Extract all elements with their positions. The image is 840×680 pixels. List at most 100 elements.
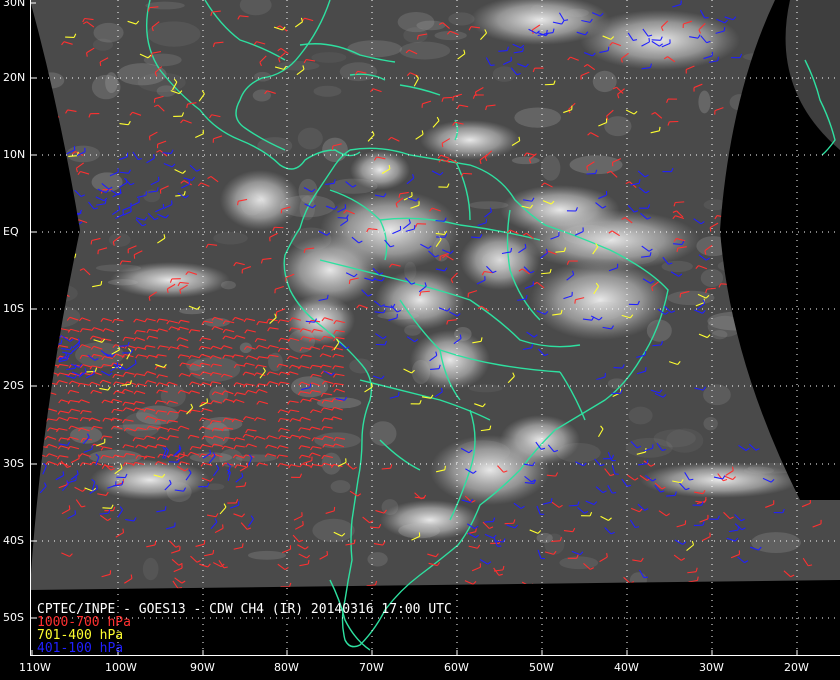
wind-barb [154, 540, 157, 545]
cloud [92, 38, 114, 51]
cloud [349, 358, 373, 374]
wind-barb [348, 279, 351, 285]
wind-barb [666, 494, 676, 497]
wind-barb [68, 155, 78, 158]
wind-barb [274, 226, 284, 229]
cloud [122, 412, 161, 438]
wind-barb [635, 526, 640, 529]
wind-barb [326, 294, 329, 299]
wind-barb [309, 383, 312, 388]
cloud [540, 155, 561, 181]
wind-barb [498, 49, 508, 52]
wind-barb [679, 293, 682, 298]
wind-barb [430, 368, 440, 370]
cloud [556, 442, 601, 463]
lat-label: 30N [3, 0, 26, 9]
wind-barb [166, 288, 169, 293]
cloud [107, 279, 139, 286]
cloud [91, 172, 123, 192]
cloud [566, 8, 589, 18]
cloud [209, 386, 229, 404]
wind-barb [709, 227, 712, 232]
cloud [448, 12, 475, 26]
cloud [404, 261, 417, 281]
wind-barb [388, 164, 391, 170]
wind-barb [162, 152, 172, 154]
wind-barb [731, 466, 734, 471]
cloud [347, 40, 402, 58]
wind-barb [717, 56, 720, 61]
lon-label: 100W [105, 661, 137, 674]
lon-label: 40W [614, 661, 639, 674]
cloud [616, 243, 659, 265]
wind-barb [66, 355, 69, 360]
lon-label: 20W [784, 661, 809, 674]
wind-barb [531, 343, 534, 348]
legend-layer-high: 401-100 hPa [37, 641, 124, 656]
wind-barb [100, 280, 103, 286]
wind-barb [484, 520, 494, 523]
left-frame-line [30, 0, 31, 656]
wind-barb [435, 220, 445, 222]
cloud [455, 440, 511, 465]
cloud [432, 237, 451, 262]
cloud [314, 432, 361, 449]
lat-label: 10S [3, 302, 24, 315]
wind-barb [164, 506, 167, 511]
cloud [544, 533, 565, 555]
wind-barb [68, 505, 71, 510]
cloud [367, 552, 388, 567]
wind-barb [145, 191, 148, 196]
wind-barb [613, 366, 623, 369]
lat-label: 20S [3, 379, 24, 392]
lon-label: 60W [444, 661, 469, 674]
lon-label: 90W [190, 661, 215, 674]
cloud [105, 72, 118, 94]
cloud [411, 359, 431, 385]
cloud [247, 550, 287, 560]
cloud [661, 260, 693, 273]
lat-label: 30S [3, 457, 24, 470]
map-caption: CPTEC/INPE - GOES13 - CDW CH4 (IR) 20140… [37, 603, 452, 655]
cloud [511, 156, 540, 165]
lat-label: 10N [3, 148, 26, 161]
cloud [297, 127, 323, 150]
lat-label: 20N [3, 71, 26, 84]
wind-barb [102, 507, 112, 509]
lon-label: 50W [529, 661, 554, 674]
wind-barb [148, 136, 151, 141]
cloud [160, 384, 186, 407]
cloud [108, 232, 131, 247]
wind-barb [212, 549, 215, 555]
wind-barb [118, 345, 128, 347]
cloud [399, 41, 451, 60]
lat-label: 40S [3, 534, 24, 547]
satellite-wind-map [0, 0, 840, 680]
wind-barb [563, 19, 569, 22]
wind-barb [209, 449, 212, 454]
wind-barb [550, 498, 553, 503]
wind-barb [353, 539, 356, 544]
wind-barb [370, 383, 373, 388]
bottom-frame-line [30, 655, 840, 656]
wind-barb [638, 179, 641, 184]
wind-barb [675, 201, 685, 204]
wind-barb [96, 484, 98, 489]
cloud [397, 11, 435, 33]
wind-barb [246, 462, 249, 467]
cloud [137, 72, 186, 93]
wind-barb [150, 53, 153, 58]
cloud [468, 384, 503, 393]
cloud [313, 85, 342, 97]
lat-label: 50S [3, 611, 24, 624]
wind-barb [607, 46, 610, 51]
wind-barb [706, 287, 716, 290]
cloud [312, 518, 355, 543]
cloud [240, 194, 264, 216]
cloud [481, 251, 511, 269]
lat-label: EQ [3, 225, 19, 238]
cloud [703, 384, 731, 406]
cloud [434, 30, 467, 41]
wind-barb [337, 217, 347, 219]
cloud [311, 52, 347, 63]
